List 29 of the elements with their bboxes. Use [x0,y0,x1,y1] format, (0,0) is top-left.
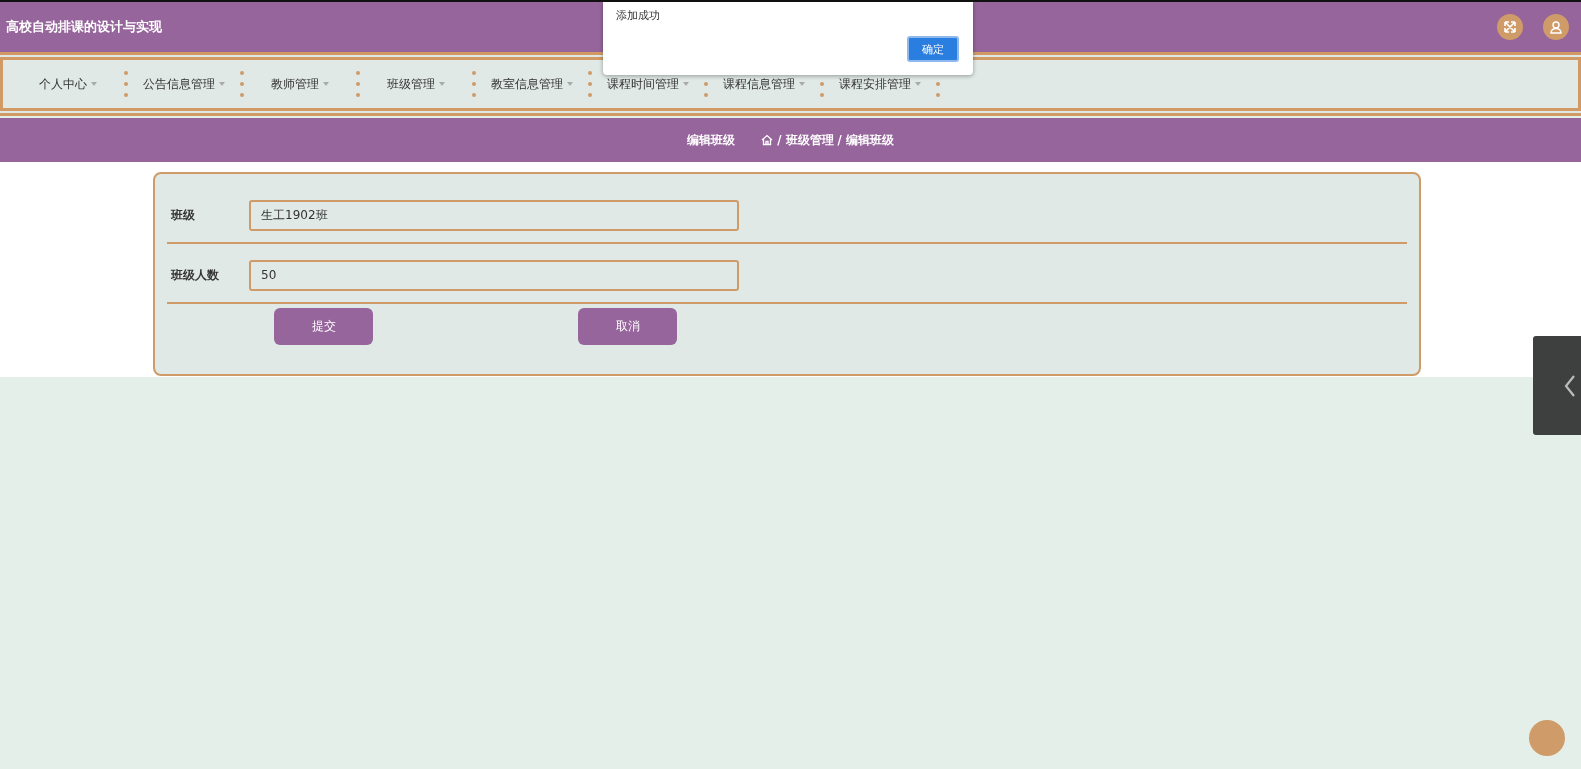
page-title: 编辑班级 [687,132,736,148]
side-panel-toggle[interactable] [1533,336,1581,435]
chevron-left-icon [1563,373,1577,398]
breadcrumb-link[interactable]: 编辑班级 [845,132,894,148]
separator-icon [124,71,128,97]
input-field[interactable]: 生工1902班 [249,199,739,231]
breadcrumb-separator: / [777,133,782,147]
cancel-button[interactable]: 取消 [578,308,677,345]
nav-menu-item[interactable]: 教室信息管理 [481,72,583,96]
breadcrumb-link[interactable]: 班级管理 [785,132,834,148]
nav-menu-item[interactable]: 班级管理 [365,72,467,96]
home-icon[interactable] [761,134,774,146]
separator-icon [356,71,360,97]
nav-menu-item[interactable]: 个人中心 [17,72,119,96]
separator-icon [472,71,476,97]
user-icon[interactable] [1543,14,1569,40]
separator-icon [588,71,592,97]
site-title: 高校自动排课的设计与实现 [6,18,163,36]
separator-icon [240,71,244,97]
field-label: 班级 [169,207,196,223]
nav-menu-item[interactable]: 公告信息管理 [133,72,235,96]
nav-menu-item[interactable]: 教师管理 [249,72,351,96]
alert-message: 添加成功 [616,8,660,23]
field-label: 班级人数 [169,267,220,283]
ok-button[interactable]: 确定 [907,36,959,62]
input-field[interactable]: 50 [249,259,739,291]
breadcrumb-separator: / [837,133,842,147]
submit-button[interactable]: 提交 [274,308,373,345]
fullscreen-icon[interactable] [1497,14,1523,40]
